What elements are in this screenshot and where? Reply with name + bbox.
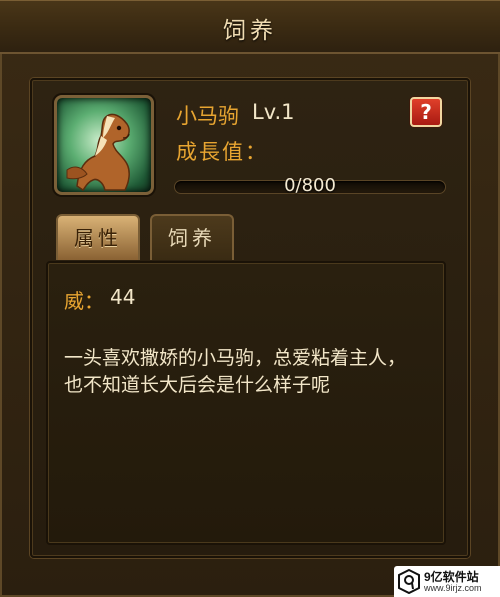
stat-label: 威： — [64, 289, 104, 313]
title-bar: 饲养 — [0, 0, 500, 54]
watermark-logo-icon — [398, 569, 420, 594]
pet-description: 一头喜欢撒娇的小马驹，总爱粘着主人，也不知道长大后会是什么样子呢 — [64, 347, 407, 396]
horse-icon — [66, 113, 130, 191]
watermark-url: www.9irjz.com — [424, 583, 482, 593]
pet-name: 小马驹 — [176, 104, 239, 128]
growth-progress-text: 0/800 — [284, 175, 336, 196]
pet-level: Lv.1 — [252, 100, 295, 124]
attributes-panel — [46, 261, 446, 545]
tab-feed[interactable]: 饲养 — [150, 214, 234, 260]
growth-label: 成長值： — [176, 140, 268, 164]
help-button[interactable]: ? — [410, 97, 442, 127]
tab-attributes[interactable]: 属性 — [56, 214, 140, 260]
watermark: 9亿软件站 www.9irjz.com — [394, 566, 500, 597]
window-title: 饲养 — [223, 18, 277, 44]
pet-portrait[interactable] — [54, 95, 154, 195]
stat-value: 44 — [110, 285, 136, 309]
